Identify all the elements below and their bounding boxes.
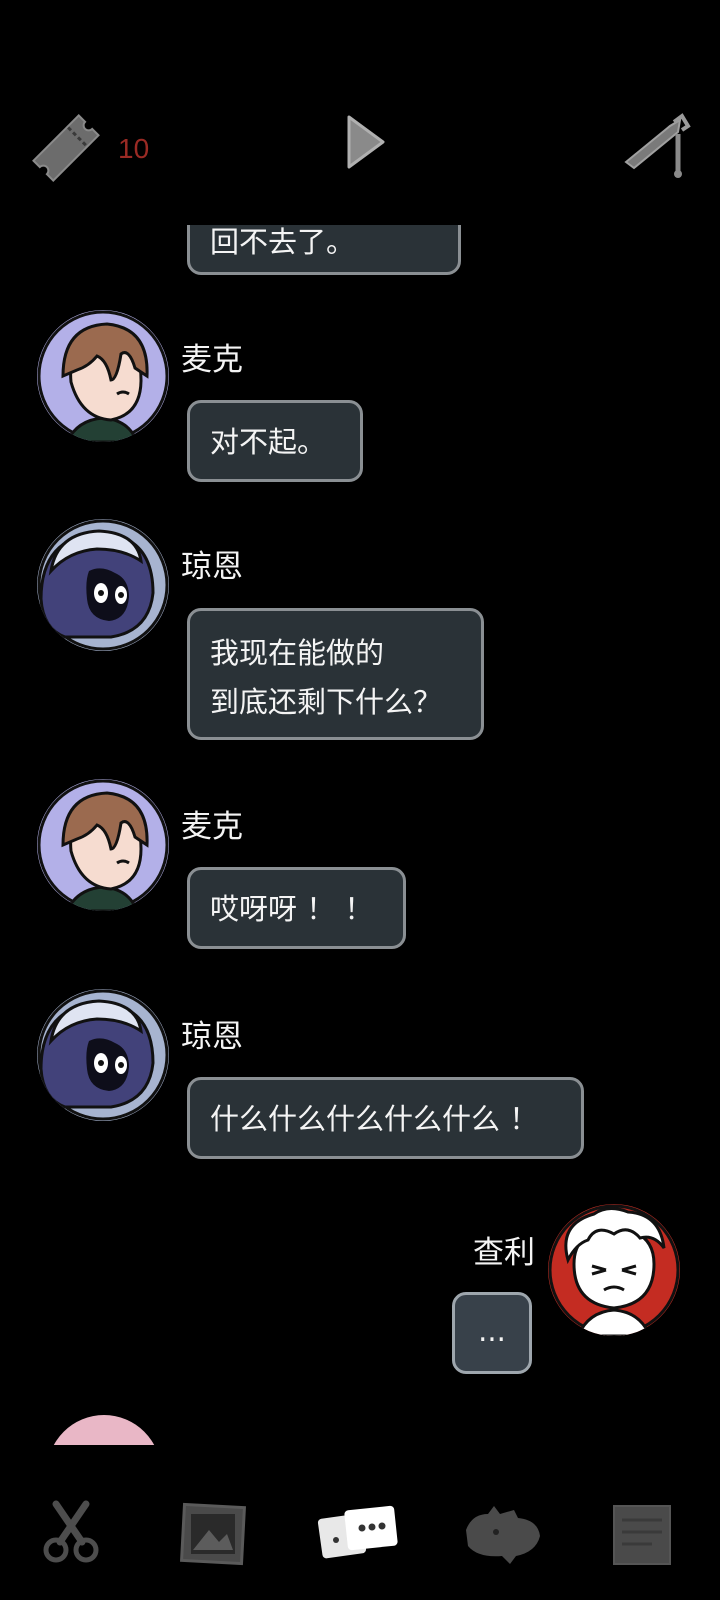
message (0, 1415, 720, 1445)
speaker-name: 琼恩 (181, 549, 243, 585)
chat-list[interactable]: 回不去了。 麦克 对不起。 琼恩 我现在能做的 到底还剩下什么？ 麦克 哎呀呀 … (0, 225, 720, 1445)
avatar[interactable] (47, 1415, 161, 1445)
message-bubble: 回不去了。 (187, 225, 461, 275)
message-bubble: 什么什么什么什么什么 ！ (187, 1077, 584, 1159)
message: 查利 ... (0, 1200, 720, 1390)
bottom-nav (0, 1445, 720, 1600)
message-bubble: 哎呀呀 ！ ！ (187, 867, 406, 949)
message: 麦克 对不起。 (0, 310, 720, 490)
message-text: ... (478, 1314, 506, 1348)
message-text: 我现在能做的 (210, 636, 385, 670)
chat-cards-icon[interactable] (316, 1500, 406, 1570)
top-bar: 10 (0, 0, 720, 225)
ticket-count: 10 (118, 133, 150, 164)
message: 麦克 哎呀呀 ！ ！ (0, 779, 720, 959)
scissors-icon[interactable] (26, 1500, 116, 1570)
speaker-name: 查利 (473, 1235, 535, 1271)
gallery-icon[interactable] (171, 1500, 261, 1570)
play-icon[interactable] (343, 113, 387, 171)
message: 回不去了。 (0, 225, 720, 285)
mike-avatar[interactable] (37, 310, 169, 442)
joan-avatar[interactable] (37, 519, 169, 651)
message-text: 哎呀呀 ！ ！ (210, 892, 374, 926)
speaker-name: 麦克 (181, 342, 243, 378)
message-text: 对不起。 (210, 425, 327, 459)
creature-icon[interactable] (458, 1500, 548, 1570)
message: 琼恩 我现在能做的 到底还剩下什么？ (0, 519, 720, 759)
notes-icon[interactable] (600, 1500, 690, 1570)
pen-icon[interactable] (622, 112, 694, 184)
speaker-name: 麦克 (181, 809, 243, 845)
message-bubble: ... (452, 1292, 532, 1374)
message: 琼恩 什么什么什么什么什么 ！ (0, 989, 720, 1169)
joan-avatar[interactable] (37, 989, 169, 1121)
ticket-icon[interactable] (26, 108, 106, 188)
message-text: 到底还剩下什么？ (210, 685, 443, 719)
message-text: 回不去了。 (210, 225, 356, 259)
speaker-name: 琼恩 (181, 1019, 243, 1055)
mike-avatar[interactable] (37, 779, 169, 911)
message-text: 什么什么什么什么什么 ！ (210, 1102, 539, 1136)
message-bubble: 对不起。 (187, 400, 363, 482)
charlie-avatar[interactable] (548, 1204, 680, 1336)
message-bubble: 我现在能做的 到底还剩下什么？ (187, 608, 484, 740)
